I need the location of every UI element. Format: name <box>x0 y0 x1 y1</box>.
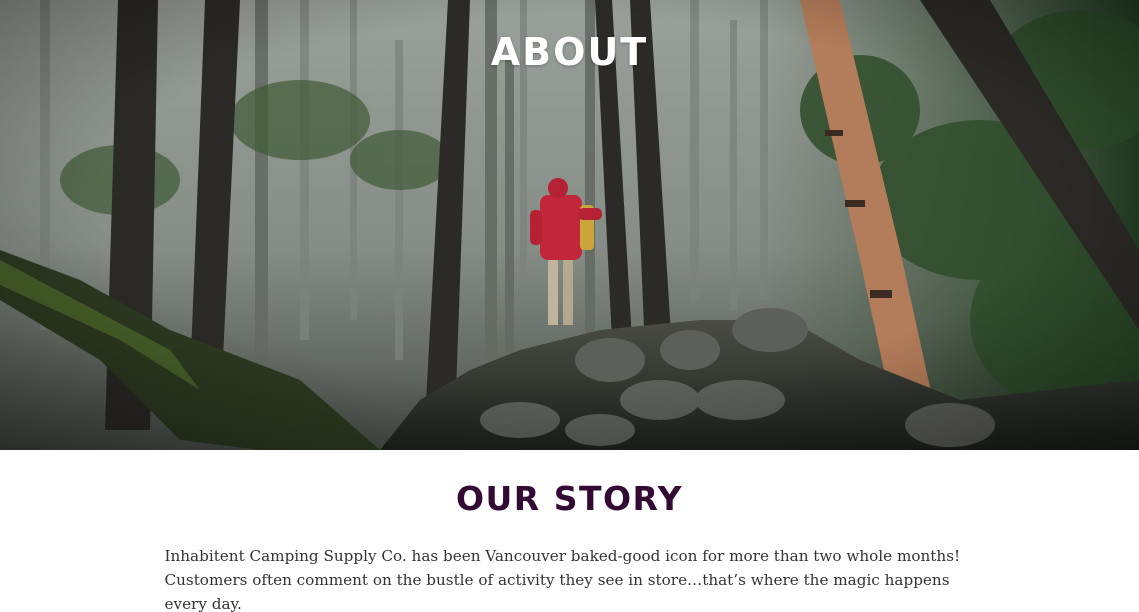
page-title: ABOUT <box>490 30 649 74</box>
story-paragraph: Inhabitent Camping Supply Co. has been V… <box>164 547 961 612</box>
our-story-section: OUR STORY Inhabitent Camping Supply Co. … <box>0 480 1139 612</box>
about-hero-banner: ABOUT <box>0 0 1139 450</box>
section-heading: OUR STORY <box>455 479 684 518</box>
